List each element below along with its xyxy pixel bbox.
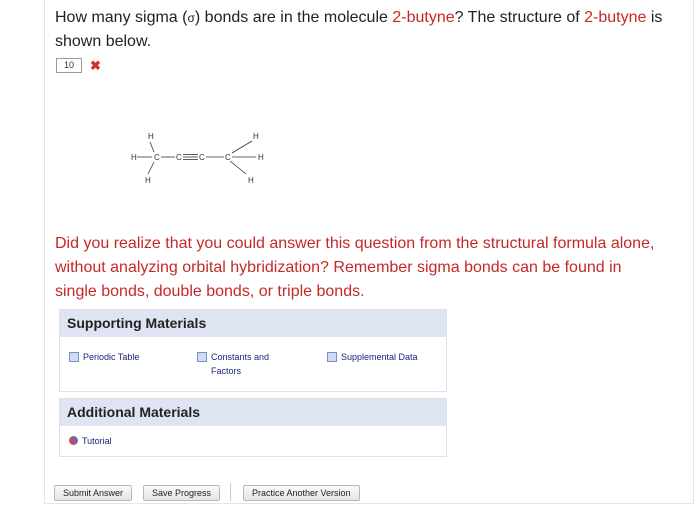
atom-h: H <box>148 132 154 141</box>
link-label: Supplemental Data <box>341 352 418 362</box>
atom-h: H <box>253 132 259 141</box>
constants-and-factors-link[interactable]: Constants and Factors <box>197 350 287 378</box>
periodic-table-link[interactable]: Periodic Table <box>69 350 139 364</box>
practice-another-version-button[interactable]: Practice Another Version <box>243 485 360 501</box>
sigma-symbol: σ <box>187 11 195 25</box>
atom-h: H <box>145 176 151 185</box>
answer-input[interactable]: 10 <box>56 58 82 73</box>
atom-c: C <box>154 153 160 162</box>
additional-materials-panel: Additional Materials Tutorial <box>59 398 447 457</box>
atom-h: H <box>131 153 137 162</box>
feedback-text: Did you realize that you could answer th… <box>55 235 655 300</box>
incorrect-icon: ✖ <box>90 58 101 73</box>
question-part: How many sigma ( <box>55 9 188 26</box>
supporting-materials-panel: Supporting Materials Periodic Table Cons… <box>59 309 447 392</box>
document-icon <box>69 352 79 362</box>
tutorial-link[interactable]: Tutorial <box>69 434 112 448</box>
atom-c: C <box>225 153 231 162</box>
link-label: Periodic Table <box>83 352 140 362</box>
atom-h: H <box>248 176 254 185</box>
answer-row: 10 ✖ <box>56 58 101 73</box>
molecule-name: 2-butyne <box>584 9 647 26</box>
link-label: Tutorial <box>82 436 112 446</box>
question-text: How many sigma (σ) bonds are in the mole… <box>55 6 685 54</box>
button-divider <box>230 483 231 501</box>
submit-answer-button[interactable]: Submit Answer <box>54 485 133 501</box>
save-progress-button[interactable]: Save Progress <box>143 485 221 501</box>
molecule-structure: H H C H C C H C H H <box>131 132 264 185</box>
atom-c: C <box>199 153 205 162</box>
tutorial-icon <box>69 436 78 445</box>
question-part: ) bonds are in the molecule <box>194 9 393 26</box>
supplemental-data-link[interactable]: Supplemental Data <box>327 350 418 364</box>
molecule-name: 2-butyne <box>392 9 455 26</box>
atom-c: C <box>176 153 182 162</box>
document-icon <box>327 352 337 362</box>
atom-h: H <box>258 153 264 162</box>
additional-materials-title: Additional Materials <box>60 399 446 426</box>
supporting-materials-title: Supporting Materials <box>60 310 446 337</box>
question-part: ? The structure of <box>454 9 585 26</box>
link-label: Constants and Factors <box>211 352 270 376</box>
